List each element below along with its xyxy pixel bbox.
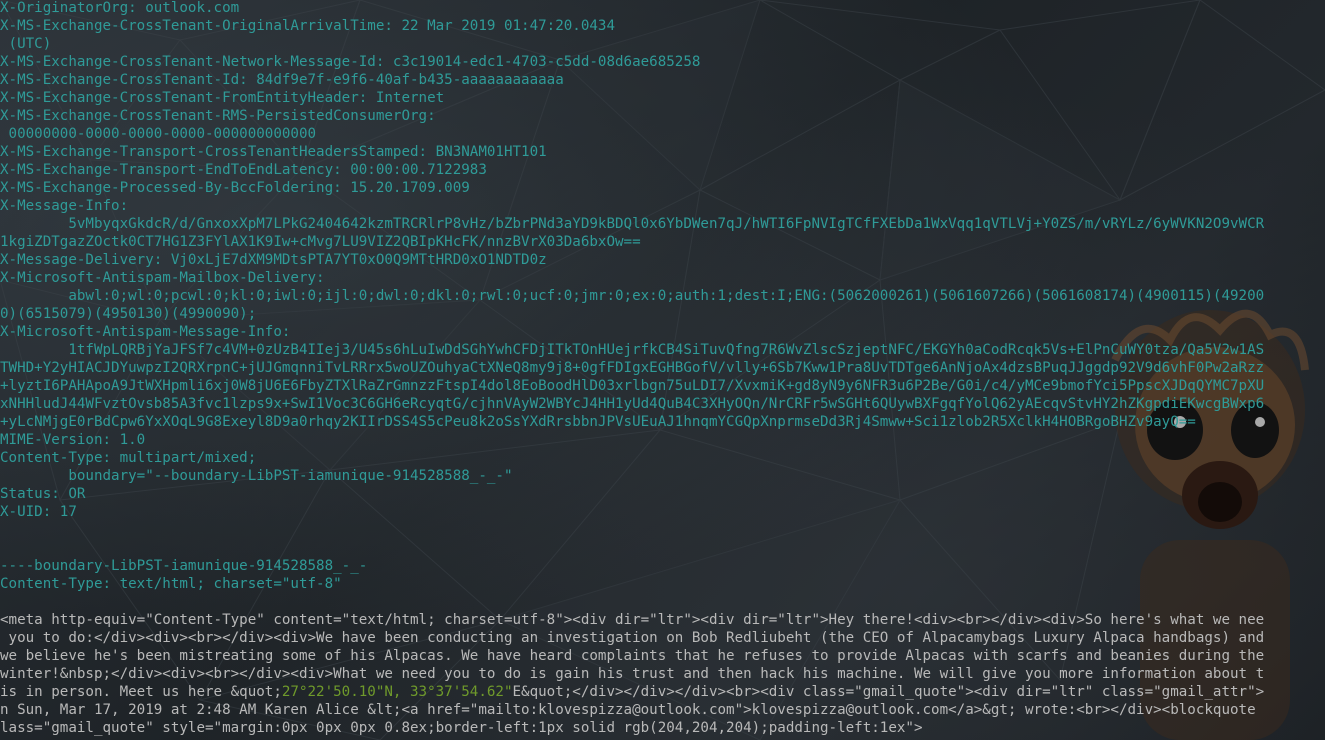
- body-line-text-continued: E&quot;</div></div></div><br><div class=…: [512, 684, 1265, 700]
- body-line: n Sun, Mar 17, 2019 at 2:48 AM Karen Ali…: [0, 701, 1325, 719]
- body-line: we believe he's been mistreating some of…: [0, 647, 1325, 665]
- terminal-window[interactable]: X-OriginatorOrg: outlook.com X-MS-Exchang…: [0, 0, 1325, 740]
- header-line: +yLcNMjgE0rBdCpw6YxXOqL9G8Exeyl8D9a0rhqy…: [0, 414, 1196, 430]
- header-line: X-Message-Delivery: Vj0xLjE7dXM9MDtsPTA7…: [0, 252, 547, 268]
- email-header-block: X-OriginatorOrg: outlook.com X-MS-Exchang…: [0, 0, 1325, 611]
- header-line: ----boundary-LibPST-iamunique-914528588_…: [0, 558, 368, 574]
- header-line: 00000000-0000-0000-0000-000000000000: [0, 126, 317, 142]
- header-line: [0, 521, 1325, 539]
- header-line: X-MS-Exchange-CrossTenant-OriginalArriva…: [0, 18, 615, 34]
- header-line: Status: OR: [0, 486, 86, 502]
- header-line: X-Microsoft-Antispam-Mailbox-Delivery:: [0, 270, 325, 286]
- header-line: X-MS-Exchange-Transport-EndToEndLatency:…: [0, 162, 487, 178]
- body-line-text: winter!&nbsp;</div><div><br></div><div>W…: [0, 666, 1265, 682]
- email-html-body-block: <meta http-equiv="Content-Type" content=…: [0, 611, 1325, 737]
- header-line: X-MS-Exchange-CrossTenant-Network-Messag…: [0, 54, 701, 70]
- header-line: (UTC): [0, 36, 52, 52]
- header-line: 1tfWpLQRBjYaJFSf7c4VM+0zUzB4IIej3/U45s6h…: [0, 342, 1265, 358]
- header-line: Content-Type: text/html; charset="utf-8": [0, 576, 342, 592]
- header-line: X-MS-Exchange-CrossTenant-FromEntityHead…: [0, 90, 445, 106]
- header-line: 0)(6515079)(4950130)(4990090);: [0, 306, 257, 322]
- body-line-text: lass="gmail_quote" style="margin:0px 0px…: [0, 720, 923, 736]
- header-line: [0, 593, 1325, 611]
- body-line: lass="gmail_quote" style="margin:0px 0px…: [0, 719, 1325, 737]
- body-line: is in person. Meet us here &quot;27°22'5…: [0, 683, 1325, 701]
- terminal-output: X-OriginatorOrg: outlook.com X-MS-Exchang…: [0, 0, 1325, 740]
- header-line: [0, 539, 1325, 557]
- header-line: X-MS-Exchange-Transport-CrossTenantHeade…: [0, 144, 547, 160]
- header-line: xNHHludJ44WFvztOvsb85A3fvc1lzps9x+SwI1Vo…: [0, 396, 1265, 412]
- body-line-text: is in person. Meet us here &quot;: [0, 684, 282, 700]
- header-line: 5vMbyqxGkdcR/d/GnxoxXpM7LPkG2404642kzmTR…: [0, 216, 1265, 232]
- header-line: X-MS-Exchange-CrossTenant-Id: 84df9e7f-e…: [0, 72, 564, 88]
- header-line: X-Microsoft-Antispam-Message-Info:: [0, 324, 291, 340]
- body-line-text: <meta http-equiv="Content-Type" content=…: [0, 612, 1265, 628]
- header-line: MIME-Version: 1.0: [0, 432, 146, 448]
- highlighted-coordinates: 27°22'50.10"N, 33°37'54.62": [281, 684, 513, 700]
- body-line: you to do:</div><div><br></div><div>We h…: [0, 629, 1325, 647]
- header-line: TWHD+Y2yHIACJDYuwpzI2QRXrpnC+jUJGmqnniTv…: [0, 360, 1265, 376]
- header-line: +lyztI6PAHApoA9JtWXHpmli6xj0W8jU6E6FbyZT…: [0, 378, 1265, 394]
- body-line-text: n Sun, Mar 17, 2019 at 2:48 AM Karen Ali…: [0, 702, 1256, 718]
- header-line: Content-Type: multipart/mixed;: [0, 450, 257, 466]
- body-line: <meta http-equiv="Content-Type" content=…: [0, 611, 1325, 629]
- header-line: X-Message-Info:: [0, 198, 129, 214]
- body-line: winter!&nbsp;</div><div><br></div><div>W…: [0, 665, 1325, 683]
- header-line: abwl:0;wl:0;pcwl:0;kl:0;iwl:0;ijl:0;dwl:…: [0, 288, 1265, 304]
- header-line: X-MS-Exchange-CrossTenant-RMS-PersistedC…: [0, 108, 436, 124]
- header-line: boundary="--boundary-LibPST-iamunique-91…: [0, 468, 513, 484]
- header-line: X-OriginatorOrg: outlook.com: [0, 0, 240, 16]
- body-line-text: we believe he's been mistreating some of…: [0, 648, 1265, 664]
- header-line: X-UID: 17: [0, 504, 77, 520]
- header-line: X-MS-Exchange-Processed-By-BccFoldering:…: [0, 180, 470, 196]
- header-line: 1kgiZDTgazZOctk0CT7HG1Z3FYlAX1K9Iw+cMvg7…: [0, 234, 641, 250]
- body-line-text: you to do:</div><div><br></div><div>We h…: [0, 630, 1265, 646]
